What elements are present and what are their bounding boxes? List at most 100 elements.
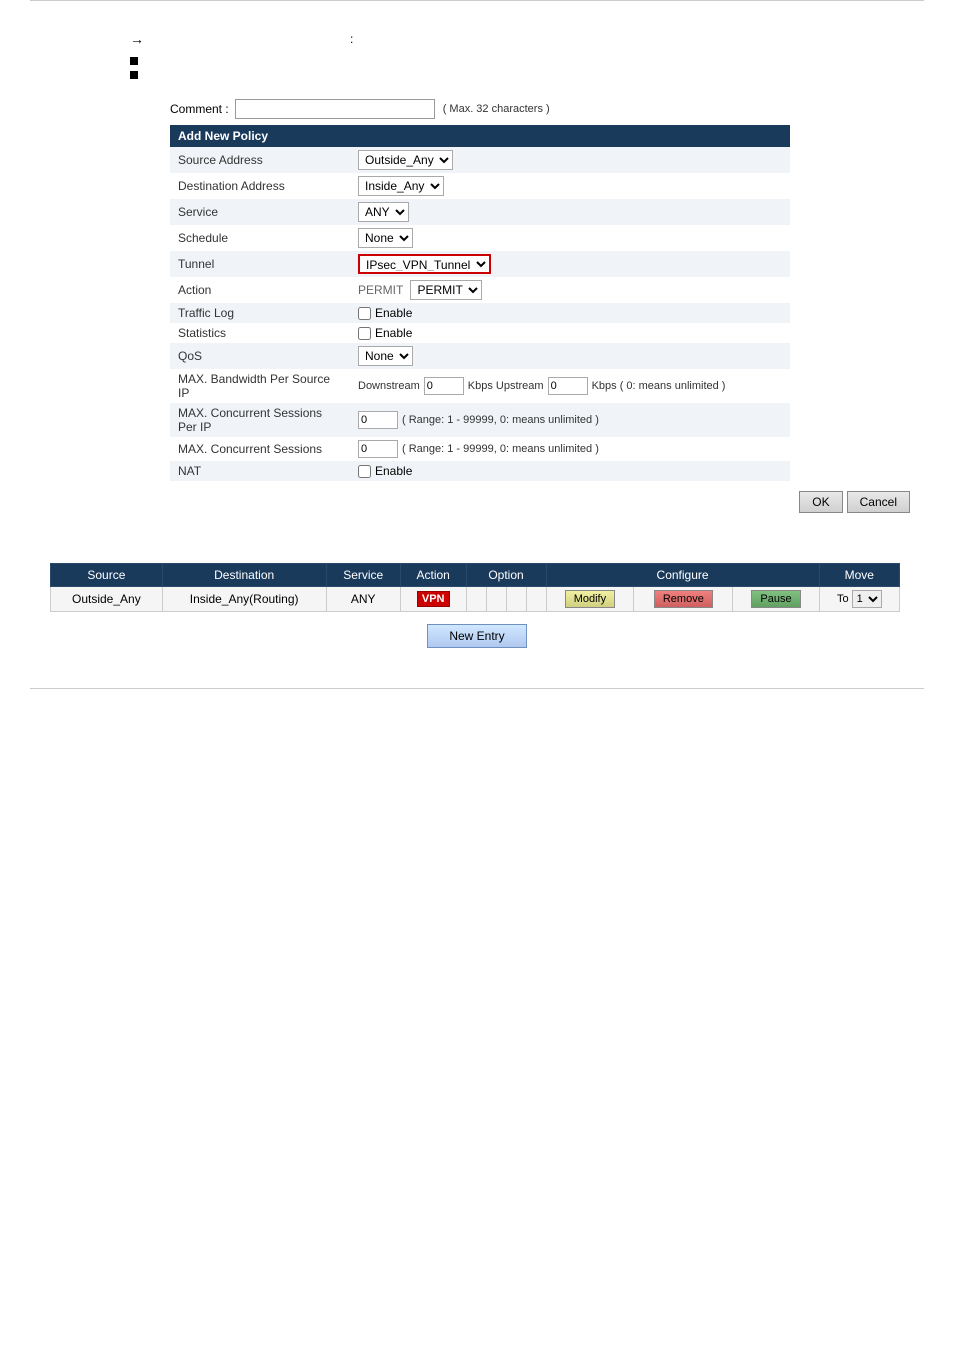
header-source: Source [51, 564, 163, 587]
traffic-log-checkbox[interactable] [358, 307, 371, 320]
header-option: Option [466, 564, 546, 587]
max-sessions-row: MAX. Concurrent Sessions ( Range: 1 - 99… [170, 437, 790, 461]
cancel-button[interactable]: Cancel [847, 491, 910, 513]
nat-row: NAT Enable [170, 461, 790, 481]
sessions-per-ip-hint: ( Range: 1 - 99999, 0: means unlimited ) [402, 414, 599, 426]
schedule-cell: None [350, 225, 790, 251]
service-select[interactable]: ANY [358, 202, 409, 222]
bottom-border [30, 688, 924, 689]
header-move: Move [819, 564, 899, 587]
statistics-checkbox[interactable] [358, 327, 371, 340]
statistics-label: Statistics [170, 323, 350, 343]
max-sessions-label: MAX. Concurrent Sessions [170, 437, 350, 461]
service-row: Service ANY [170, 199, 790, 225]
kbps-hint: Kbps ( 0: means unlimited ) [592, 380, 726, 392]
policy-list-header-row: Source Destination Service Action Option… [51, 564, 900, 587]
max-sessions-cell: ( Range: 1 - 99999, 0: means unlimited ) [350, 437, 790, 461]
max-bw-label: MAX. Bandwidth Per Source IP [170, 369, 350, 403]
schedule-label: Schedule [170, 225, 350, 251]
policy-list-table: Source Destination Service Action Option… [50, 563, 900, 612]
schedule-select[interactable]: None [358, 228, 413, 248]
header-service: Service [326, 564, 400, 587]
nat-cell: Enable [350, 461, 790, 481]
traffic-log-row: Traffic Log Enable [170, 303, 790, 323]
traffic-log-cell: Enable [350, 303, 790, 323]
max-sessions-per-ip-cell: ( Range: 1 - 99999, 0: means unlimited ) [350, 403, 790, 437]
downstream-label: Downstream [358, 380, 420, 392]
arrow-icon: → [130, 31, 144, 47]
header-destination: Destination [162, 564, 326, 587]
action-select[interactable]: PERMIT [410, 280, 482, 300]
service-label: Service [170, 199, 350, 225]
statistics-row: Statistics Enable [170, 323, 790, 343]
option-cell-2 [486, 587, 506, 612]
comment-label: Comment : [170, 102, 229, 116]
comment-row: Comment : ( Max. 32 characters ) [170, 99, 904, 119]
statistics-text: Enable [375, 326, 412, 340]
destination-address-cell: Inside_Any [350, 173, 790, 199]
option-cell-3 [506, 587, 526, 612]
header-configure: Configure [546, 564, 819, 587]
nat-text: Enable [375, 464, 412, 478]
qos-row: QoS None [170, 343, 790, 369]
remove-cell: Remove [634, 587, 733, 612]
ok-cancel-row: OK Cancel [170, 491, 910, 513]
move-select[interactable]: 1 [852, 590, 882, 608]
sessions-per-ip-input[interactable] [358, 411, 398, 429]
sessions-input[interactable] [358, 440, 398, 458]
traffic-log-text: Enable [375, 306, 412, 320]
qos-label: QoS [170, 343, 350, 369]
policy-form-table: Add New Policy Source Address Outside_An… [170, 125, 790, 481]
action-row: Action PERMIT PERMIT [170, 277, 790, 303]
policy-form-header: Add New Policy [170, 125, 790, 147]
bullet-item-2 [130, 69, 904, 79]
downstream-input[interactable] [424, 377, 464, 395]
destination-address-select[interactable]: Inside_Any [358, 176, 444, 196]
bullet-item-1 [130, 55, 904, 65]
service-cell: ANY [350, 199, 790, 225]
tunnel-select[interactable]: IPsec_VPN_Tunnel [358, 254, 491, 274]
upstream-input[interactable] [548, 377, 588, 395]
modify-cell: Modify [546, 587, 634, 612]
new-entry-button[interactable]: New Entry [427, 624, 527, 648]
tunnel-row: Tunnel IPsec_VPN_Tunnel [170, 251, 790, 277]
comment-input[interactable] [235, 99, 435, 119]
statistics-cell: Enable [350, 323, 790, 343]
action-cell: PERMIT PERMIT [350, 277, 790, 303]
nat-checkbox[interactable] [358, 465, 371, 478]
row-destination: Inside_Any(Routing) [162, 587, 326, 612]
max-bw-cell: Downstream Kbps Upstream Kbps ( 0: means… [350, 369, 790, 403]
header-action: Action [400, 564, 466, 587]
modify-button[interactable]: Modify [565, 590, 615, 608]
pause-cell: Pause [733, 587, 819, 612]
vpn-badge: VPN [417, 591, 450, 607]
max-bw-row: MAX. Bandwidth Per Source IP Downstream … [170, 369, 790, 403]
move-cell: To 1 [819, 587, 899, 612]
pause-button[interactable]: Pause [751, 590, 800, 608]
policy-list-wrapper: Source Destination Service Action Option… [50, 563, 904, 648]
tunnel-label: Tunnel [170, 251, 350, 277]
option-cell-1 [466, 587, 486, 612]
destination-address-row: Destination Address Inside_Any [170, 173, 790, 199]
source-address-row: Source Address Outside_Any [170, 147, 790, 173]
action-label: Action [170, 277, 350, 303]
move-to-label: To [837, 593, 849, 605]
schedule-row: Schedule None [170, 225, 790, 251]
qos-cell: None [350, 343, 790, 369]
source-address-cell: Outside_Any [350, 147, 790, 173]
tunnel-cell: IPsec_VPN_Tunnel [350, 251, 790, 277]
row-action: VPN [400, 587, 466, 612]
colon-text: : [350, 32, 353, 46]
ok-button[interactable]: OK [799, 491, 842, 513]
policy-header-cell: Add New Policy [170, 125, 790, 147]
arrow-line: → : [130, 31, 904, 47]
destination-address-label: Destination Address [170, 173, 350, 199]
qos-select[interactable]: None [358, 346, 413, 366]
row-source: Outside_Any [51, 587, 163, 612]
table-row: Outside_Any Inside_Any(Routing) ANY VPN … [51, 587, 900, 612]
max-sessions-per-ip-row: MAX. Concurrent Sessions Per IP ( Range:… [170, 403, 790, 437]
source-address-select[interactable]: Outside_Any [358, 150, 453, 170]
sessions-hint: ( Range: 1 - 99999, 0: means unlimited ) [402, 443, 599, 455]
remove-button[interactable]: Remove [654, 590, 713, 608]
kbps-upstream-label: Kbps Upstream [468, 380, 544, 392]
